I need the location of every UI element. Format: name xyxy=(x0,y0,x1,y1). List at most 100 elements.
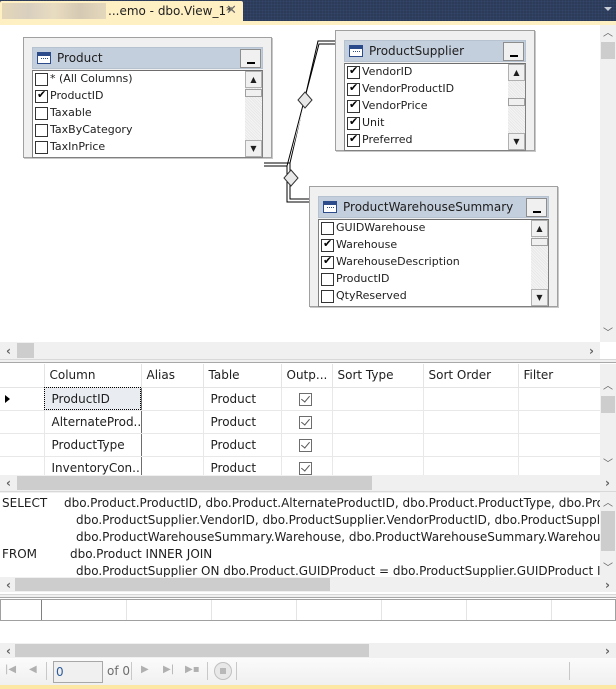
scroll-right-icon[interactable]: › xyxy=(599,577,616,592)
scroll-up-icon[interactable]: ▲ xyxy=(245,71,262,88)
scroll-up-icon[interactable]: ▲ xyxy=(531,220,548,237)
scroll-left-icon[interactable]: ‹ xyxy=(0,475,17,491)
column-checkbox[interactable] xyxy=(321,290,334,303)
cell-table[interactable]: Product xyxy=(203,433,282,457)
column-checkbox[interactable] xyxy=(321,222,334,235)
scroll-down-icon[interactable]: ﹀ xyxy=(600,560,616,577)
scroll-thumb[interactable] xyxy=(17,476,372,490)
column-checkbox[interactable] xyxy=(321,237,334,252)
last-record-icon[interactable]: ▶| xyxy=(163,664,177,678)
scroll-down-icon[interactable]: ﹀ xyxy=(600,456,616,473)
header-output[interactable]: Outp... xyxy=(281,364,333,388)
column-checkbox[interactable] xyxy=(347,132,360,147)
cell-filter[interactable] xyxy=(518,410,600,434)
scroll-thumb[interactable] xyxy=(531,238,548,246)
column-row[interactable]: VendorPrice xyxy=(345,98,525,115)
table-box-productsupplier[interactable]: ProductSupplier VendorID VendorProductID… xyxy=(335,30,535,151)
scroll-down-icon[interactable]: ﹀ xyxy=(600,325,616,342)
cell-column[interactable]: AlternateProd... xyxy=(44,410,142,434)
grid-row[interactable]: AlternateProd... Product xyxy=(0,410,600,434)
cell-column[interactable]: ProductID xyxy=(44,387,142,411)
column-row[interactable]: Unit xyxy=(345,115,525,132)
cell-table[interactable]: Product xyxy=(203,387,282,411)
pane-splitter[interactable] xyxy=(0,594,616,598)
column-checkbox[interactable] xyxy=(347,115,360,130)
column-checkbox[interactable] xyxy=(35,107,48,120)
column-row[interactable]: Taxable xyxy=(33,105,262,122)
grid-row[interactable]: ProductID Product xyxy=(0,387,600,411)
cell-table[interactable]: Product xyxy=(203,456,282,475)
cell-table[interactable]: Product xyxy=(203,410,282,434)
table-header[interactable]: ProductWarehouseSummary xyxy=(318,196,549,218)
table-header[interactable]: ProductSupplier xyxy=(344,40,526,62)
minimize-button[interactable] xyxy=(503,42,524,61)
chevron-down-icon[interactable] xyxy=(604,7,612,11)
new-record-icon[interactable]: ▶▪ xyxy=(185,664,199,678)
minimize-button[interactable] xyxy=(240,49,261,68)
scroll-right-icon[interactable]: › xyxy=(599,475,616,491)
first-record-icon[interactable]: |◀ xyxy=(5,664,19,678)
header-column[interactable]: Column xyxy=(44,364,142,388)
output-checkbox[interactable] xyxy=(298,392,312,406)
results-horizontal-scrollbar[interactable]: ‹ › xyxy=(0,643,616,658)
scroll-thumb[interactable] xyxy=(601,42,615,59)
scroll-down-icon[interactable]: ▼ xyxy=(508,133,525,150)
column-checkbox[interactable] xyxy=(35,124,48,137)
scroll-thumb[interactable] xyxy=(508,98,525,106)
close-icon[interactable]: ✕ xyxy=(226,3,237,18)
row-selector[interactable] xyxy=(0,387,45,411)
column-row[interactable]: Preferred xyxy=(345,132,525,149)
row-selector[interactable] xyxy=(0,433,45,457)
results-grid[interactable] xyxy=(0,599,616,621)
header-filter[interactable]: Filter xyxy=(518,364,600,388)
previous-record-icon[interactable]: ◀ xyxy=(29,664,43,678)
output-checkbox[interactable] xyxy=(298,461,312,475)
column-checkbox[interactable] xyxy=(347,64,360,79)
column-row[interactable]: TaxByCategory xyxy=(33,122,262,139)
sql-horizontal-scrollbar[interactable]: ‹ › xyxy=(0,577,616,592)
column-row[interactable]: VendorProductID xyxy=(345,81,525,98)
cell-filter[interactable] xyxy=(518,456,600,475)
cell-output[interactable] xyxy=(281,410,333,434)
column-checkbox[interactable] xyxy=(321,254,334,269)
column-row[interactable]: GUIDWarehouse xyxy=(319,220,548,237)
cell-sort-order[interactable] xyxy=(423,410,519,434)
results-cell[interactable] xyxy=(297,600,382,620)
cell-output[interactable] xyxy=(281,456,333,475)
diagram-horizontal-scrollbar[interactable]: ‹ › xyxy=(0,342,600,359)
cell-sort-type[interactable] xyxy=(332,387,424,411)
row-selector[interactable] xyxy=(0,456,45,475)
results-cell[interactable] xyxy=(467,600,552,620)
column-row[interactable]: ProductID xyxy=(319,271,548,288)
column-row[interactable]: QtyReserved xyxy=(319,288,548,305)
column-row[interactable]: Warehouse xyxy=(319,237,548,254)
scroll-thumb[interactable] xyxy=(15,578,330,591)
cell-column[interactable]: ProductType xyxy=(44,433,142,457)
scroll-down-icon[interactable]: ▼ xyxy=(531,289,548,306)
cell-sort-order[interactable] xyxy=(423,456,519,475)
output-checkbox[interactable] xyxy=(298,415,312,429)
column-checkbox[interactable] xyxy=(347,81,360,96)
scroll-up-icon[interactable]: ▲ xyxy=(508,64,525,81)
header-sort-type[interactable]: Sort Type xyxy=(332,364,424,388)
table-header[interactable]: Product xyxy=(32,47,263,69)
scroll-thumb[interactable] xyxy=(17,343,34,358)
cell-sort-type[interactable] xyxy=(332,410,424,434)
scroll-right-icon[interactable]: › xyxy=(599,643,616,658)
cell-alias[interactable] xyxy=(141,410,204,434)
column-checkbox[interactable] xyxy=(35,141,48,154)
results-cell[interactable] xyxy=(212,600,297,620)
header-sort-order[interactable]: Sort Order xyxy=(423,364,519,388)
cell-alias[interactable] xyxy=(141,433,204,457)
scroll-up-icon[interactable]: ︿ xyxy=(600,378,616,395)
diagram-pane[interactable]: Product * (All Columns) ProductID Taxabl… xyxy=(0,25,600,342)
column-checkbox[interactable] xyxy=(347,98,360,113)
table-box-productwarehousesummary[interactable]: ProductWarehouseSummary GUIDWarehouse Wa… xyxy=(309,186,558,307)
column-row[interactable]: TaxInPrice xyxy=(33,139,262,156)
cancel-query-icon[interactable] xyxy=(214,662,232,680)
cell-sort-order[interactable] xyxy=(423,387,519,411)
scroll-down-icon[interactable]: ▼ xyxy=(245,140,262,157)
criteria-grid[interactable]: Column Alias Table Outp... Sort Type Sor… xyxy=(0,364,600,475)
cell-sort-order[interactable] xyxy=(423,433,519,457)
column-row[interactable]: VendorID xyxy=(345,64,525,81)
